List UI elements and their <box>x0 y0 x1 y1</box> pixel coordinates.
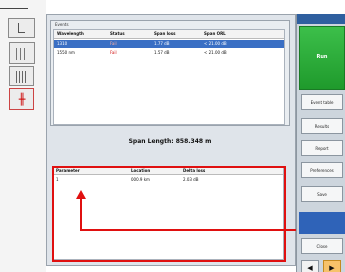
table-row[interactable]: 1310 Fail 1.77 dB < 21.00 dB <box>54 40 284 48</box>
save-button[interactable]: Save <box>301 186 343 202</box>
span-loss-cell: 1.77 dB <box>154 41 170 46</box>
previous-button[interactable]: ◀ <box>301 260 319 272</box>
report-button[interactable]: Report <box>301 140 343 156</box>
panel-header <box>297 14 345 24</box>
wavelength-cell: 1310 <box>57 41 68 46</box>
button-label: Event table <box>310 100 334 105</box>
left-toolbar: ╫ <box>0 0 46 272</box>
panel-spacer <box>299 212 345 234</box>
grid-icon <box>16 71 28 83</box>
right-panel: Run Event table Results Report Preferenc… <box>296 14 345 272</box>
button-label: Save <box>317 192 327 197</box>
events-table[interactable]: Wavelength Status Span loss Span ORL 131… <box>53 29 285 125</box>
column-header[interactable]: Span ORL <box>204 31 226 36</box>
wavelength-cell: 1550 nm <box>57 50 75 55</box>
table-icon <box>16 48 28 60</box>
span-orl-cell: < 21.00 dB <box>204 41 227 46</box>
button-label: Report <box>315 146 329 151</box>
nav-buttons: ◀ ▶ <box>301 260 343 272</box>
chart-icon <box>18 23 25 33</box>
chart-view-button[interactable] <box>8 18 35 38</box>
arrow-line <box>80 198 82 231</box>
events-title: Events <box>55 22 69 27</box>
span-orl-cell: < 21.00 dB <box>204 50 227 55</box>
next-button[interactable]: ▶ <box>323 260 341 272</box>
event-table-button[interactable]: Event table <box>301 94 343 110</box>
button-label: Preferences <box>310 168 334 173</box>
fault-view-button[interactable]: ╫ <box>9 88 34 110</box>
divider-line <box>0 8 28 9</box>
results-button[interactable]: Results <box>301 118 343 134</box>
highlight-box <box>52 166 286 262</box>
span-length-label: Span Length: 858.348 m <box>128 138 212 145</box>
run-label: Run <box>316 54 328 60</box>
close-button[interactable]: Close <box>301 238 343 254</box>
status-cell: Fail <box>110 50 117 55</box>
run-button[interactable]: Run <box>299 26 345 90</box>
fault-icon: ╫ <box>18 93 26 106</box>
status-cell: Fail <box>110 41 117 46</box>
button-label: Results <box>314 124 330 129</box>
column-header[interactable]: Span loss <box>154 31 176 36</box>
column-header[interactable]: Status <box>110 31 125 36</box>
button-label: Close <box>316 244 328 249</box>
preferences-button[interactable]: Preferences <box>301 162 343 178</box>
span-loss-cell: 1.57 dB <box>154 50 170 55</box>
arrow-head-icon <box>76 190 86 199</box>
events-group: Events Wavelength Status Span loss Span … <box>50 20 290 126</box>
table-row[interactable]: 1550 nm Fail 1.57 dB < 21.00 dB <box>54 49 284 57</box>
column-header[interactable]: Wavelength <box>57 31 84 36</box>
table-view-button[interactable] <box>9 42 35 64</box>
grid-view-button[interactable] <box>9 66 34 86</box>
events-header-row: Wavelength Status Span loss Span ORL <box>54 30 284 39</box>
